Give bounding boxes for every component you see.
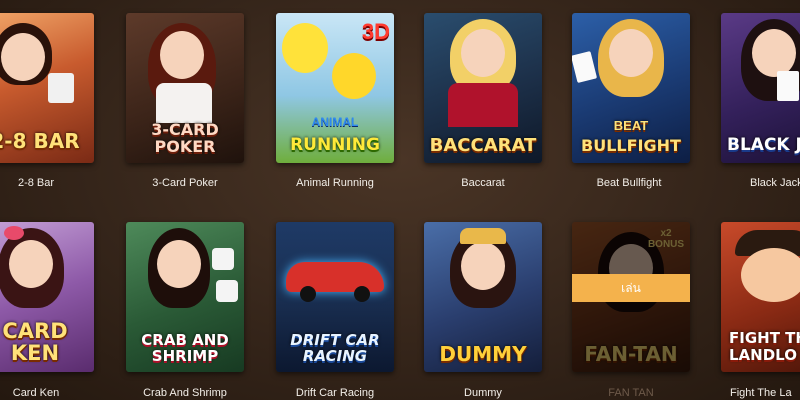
game-art: CRAB AND SHRIMP (126, 222, 244, 372)
game-card-black-jack[interactable]: BLACK JA (721, 13, 800, 163)
game-caption[interactable]: Fight The La (720, 387, 800, 400)
game-title: 2-8 BAR (0, 129, 80, 153)
game-lobby: { "games": [ {"name":"2-8 Bar","title":"… (0, 0, 800, 400)
game-title: FAN-TAN (584, 342, 678, 366)
game-caption[interactable]: Beat Bullfight (559, 177, 699, 190)
game-title: BULLFIGHT (581, 136, 681, 155)
game-card-animal-running[interactable]: 3D ANIMAL RUNNING (276, 13, 394, 163)
game-caption[interactable]: Baccarat (413, 177, 553, 190)
game-caption[interactable]: Dummy (413, 387, 553, 400)
game-title: RUNNING (290, 135, 380, 155)
game-art: FIGHT THE LANDLO (721, 222, 800, 372)
game-title: DUMMY (439, 342, 527, 366)
game-art: 3-CARD POKER (126, 13, 244, 163)
game-caption[interactable]: FAN TAN (561, 387, 701, 400)
game-card-baccarat[interactable]: BACCARAT (424, 13, 542, 163)
game-art: CARD KEN (0, 222, 94, 372)
game-card-drift-car-racing[interactable]: DRIFT CAR RACING (276, 222, 394, 372)
game-card-fan-tan[interactable]: x2 BONUS FAN-TAN เล่น (572, 222, 690, 372)
game-art: DUMMY (424, 222, 542, 372)
play-button[interactable]: เล่น (572, 274, 690, 302)
game-title: FIGHT THE LANDLO (729, 329, 800, 364)
game-art: BACCARAT (424, 13, 542, 163)
game-card-2-8-bar[interactable]: 2-8 BAR (0, 13, 94, 163)
game-art: DRIFT CAR RACING (276, 222, 394, 372)
game-caption[interactable]: 2-8 Bar (0, 177, 106, 190)
game-title: BLACK JA (727, 135, 800, 155)
game-title: CRAB AND SHRIMP (141, 331, 229, 365)
game-caption[interactable]: Drift Car Racing (265, 387, 405, 400)
bonus-badge: x2 BONUS (647, 228, 685, 250)
game-art: BLACK JA (721, 13, 800, 163)
game-card-dummy[interactable]: DUMMY (424, 222, 542, 372)
game-art: BEAT BULLFIGHT (572, 13, 690, 163)
game-title: CARD KEN (2, 319, 68, 365)
game-caption[interactable]: Black Jack (720, 177, 800, 190)
game-card-crab-and-shrimp[interactable]: CRAB AND SHRIMP (126, 222, 244, 372)
game-card-fight-the-landlord[interactable]: FIGHT THE LANDLO (721, 222, 800, 372)
game-caption[interactable]: Card Ken (0, 387, 106, 400)
game-card-beat-bullfight[interactable]: BEAT BULLFIGHT (572, 13, 690, 163)
game-caption[interactable]: Animal Running (265, 177, 405, 190)
game-title: BACCARAT (429, 135, 537, 156)
game-art: 3D ANIMAL RUNNING (276, 13, 394, 163)
game-title: DRIFT CAR RACING (290, 331, 380, 365)
game-title: 3-CARD POKER (151, 120, 219, 156)
game-caption[interactable]: Crab And Shrimp (115, 387, 255, 400)
game-card-card-ken[interactable]: CARD KEN (0, 222, 94, 372)
3d-badge: 3D (361, 19, 390, 44)
game-card-3-card-poker[interactable]: 3-CARD POKER (126, 13, 244, 163)
game-art: 2-8 BAR (0, 13, 94, 163)
game-caption[interactable]: 3-Card Poker (115, 177, 255, 190)
